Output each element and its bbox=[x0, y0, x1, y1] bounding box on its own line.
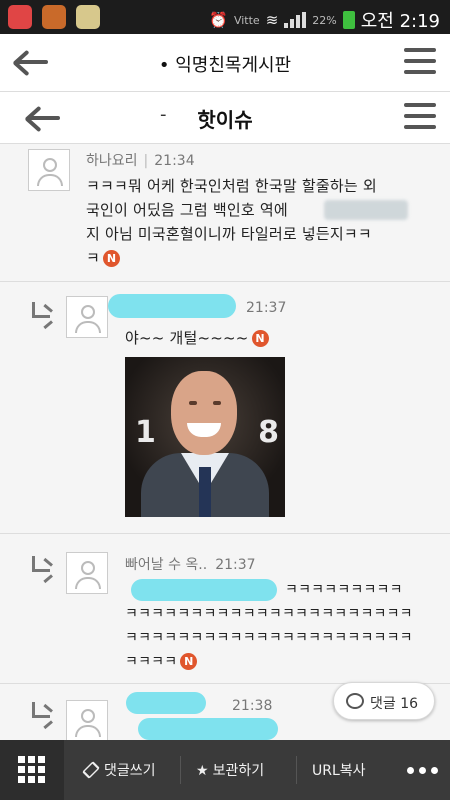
wifi-icon: ≋ bbox=[265, 11, 279, 29]
divider bbox=[180, 756, 181, 784]
app-header: • 익명친목게시판 bbox=[0, 34, 450, 92]
divider bbox=[296, 756, 297, 784]
notification-icons bbox=[8, 5, 100, 29]
alarm-icon: ⏰ bbox=[209, 11, 228, 29]
redacted-author-mark bbox=[126, 692, 206, 714]
comment-line-wrap: ㅋㅋㅋㅋㅋㅋㅋㅋㅋ bbox=[125, 578, 445, 602]
reply-arrow-icon bbox=[28, 302, 54, 330]
comment-line: ㅋ bbox=[86, 249, 101, 267]
comment-line-wrap: 국인이 어딨음 그럼 백인호 역에 bbox=[86, 198, 436, 222]
copy-url-label: URL복사 bbox=[312, 763, 366, 779]
redaction-blur bbox=[324, 200, 408, 220]
comment-line: ㅋㅋㅋㅋㅋㅋㅋㅋㅋㅋㅋㅋㅋㅋㅋㅋㅋㅋㅋㅋㅋㅋ bbox=[125, 630, 413, 646]
comment-time: 21:38 bbox=[232, 698, 273, 714]
reply-arrow-icon bbox=[28, 556, 54, 584]
reply-comment-item: 빠어날 수 옥.. 21:37 ㅋㅋㅋㅋㅋㅋㅋㅋㅋ ㅋㅋㅋㅋㅋㅋㅋㅋㅋㅋㅋㅋㅋㅋㅋ… bbox=[0, 534, 450, 684]
comment-time: 21:37 bbox=[215, 557, 256, 573]
board-title: • 익명친목게시판 bbox=[158, 55, 292, 76]
comment-line: ㅋㅋㅋㅋㅋㅋㅋㅋㅋㅋㅋㅋㅋㅋㅋㅋㅋㅋㅋㅋㅋㅋ bbox=[125, 606, 413, 622]
new-badge: N bbox=[103, 250, 121, 267]
bookmark-button[interactable]: ★ 보관하기 bbox=[196, 760, 264, 780]
redacted-text-mark bbox=[138, 718, 278, 740]
comment-time: 21:37 bbox=[246, 300, 287, 316]
comment-count-button[interactable]: 댓글 16 bbox=[333, 682, 435, 720]
comment-image[interactable]: 1 8 bbox=[125, 357, 285, 517]
signal-icon bbox=[284, 12, 307, 28]
comment-text: ㅋㅋㅋㅋㅋㅋㅋㅋㅋ ㅋㅋㅋㅋㅋㅋㅋㅋㅋㅋㅋㅋㅋㅋㅋㅋㅋㅋㅋㅋㅋㅋ ㅋㅋㅋㅋㅋㅋㅋ… bbox=[125, 578, 445, 674]
network-label: Vitte bbox=[233, 13, 260, 27]
comment-bubble-icon bbox=[346, 693, 364, 709]
comment-meta: 빠어날 수 옥.. 21:37 bbox=[125, 554, 256, 574]
comment-item: 하나요리 | 21:34 ㅋㅋㅋ뭐 어케 한국인처럼 한국말 할줄하는 외 국인이 … bbox=[0, 144, 450, 282]
write-comment-button[interactable]: 댓글쓰기 bbox=[82, 760, 156, 780]
new-badge: N bbox=[251, 330, 269, 347]
app-notification-icon bbox=[42, 5, 66, 29]
comment-meta: 하나요리 | 21:34 bbox=[86, 153, 195, 169]
comment-line: 야~~ 개털~~~~ bbox=[125, 329, 249, 347]
comment-line: 국인이 어딨음 그럼 백인호 역에 bbox=[86, 201, 288, 219]
comment-line: ㅋㅋㅋ뭐 어케 한국인처럼 한국말 할줄하는 외 bbox=[86, 177, 377, 195]
comment-author: 하나요리 bbox=[86, 153, 138, 169]
comment-text: 야~~ 개털~~~~ N bbox=[125, 326, 269, 350]
reply-arrow-icon bbox=[28, 702, 54, 730]
comment-line: 지 아님 미국혼혈이니까 타일러로 넣든지ㅋㅋ bbox=[86, 225, 372, 243]
hamburger-menu-icon[interactable] bbox=[404, 103, 436, 133]
copy-url-button[interactable]: URL복사 bbox=[312, 760, 366, 780]
redacted-text-mark bbox=[131, 579, 277, 601]
avatar bbox=[28, 149, 70, 191]
post-header: - 핫이슈 bbox=[0, 92, 450, 144]
photo-number-right: 8 bbox=[258, 415, 279, 450]
star-icon: ★ bbox=[196, 763, 209, 779]
grid-menu-button[interactable] bbox=[0, 740, 64, 800]
bottom-toolbar: 댓글쓰기 ★ 보관하기 URL복사 bbox=[0, 740, 450, 800]
comment-author: 빠어날 수 옥.. bbox=[125, 557, 208, 573]
battery-icon bbox=[342, 11, 355, 29]
pencil-icon bbox=[82, 761, 100, 779]
avatar bbox=[66, 552, 108, 594]
comment-line: ㅋㅋㅋㅋ bbox=[125, 654, 178, 670]
page-title: 핫이슈 bbox=[197, 108, 253, 132]
status-bar: ⏰ Vitte ≋ 22% 오전 2:19 bbox=[0, 0, 450, 34]
hamburger-menu-icon[interactable] bbox=[404, 48, 436, 78]
photo-number-left: 1 bbox=[135, 415, 156, 450]
comment-line: ㅋㅋㅋㅋㅋㅋㅋㅋㅋ bbox=[285, 582, 403, 598]
battery-percent: 22% bbox=[312, 13, 337, 27]
avatar bbox=[66, 700, 108, 742]
app-notification-icon bbox=[8, 5, 32, 29]
new-badge: N bbox=[180, 653, 198, 670]
avatar bbox=[66, 296, 108, 338]
bookmark-label: 보관하기 bbox=[212, 763, 265, 779]
more-options-icon[interactable] bbox=[407, 767, 438, 774]
redacted-author-mark bbox=[108, 294, 236, 318]
clock: 오전 2:19 bbox=[360, 11, 440, 32]
comment-time: 21:34 bbox=[154, 153, 195, 169]
status-indicators: ⏰ Vitte ≋ 22% 오전 2:19 bbox=[209, 7, 440, 33]
write-comment-label: 댓글쓰기 bbox=[104, 763, 156, 779]
app-notification-icon bbox=[76, 5, 100, 29]
comment-count-label: 댓글 16 bbox=[370, 696, 419, 712]
comment-text: ㅋㅋㅋ뭐 어케 한국인처럼 한국말 할줄하는 외 국인이 어딨음 그럼 백인호 … bbox=[86, 174, 436, 270]
